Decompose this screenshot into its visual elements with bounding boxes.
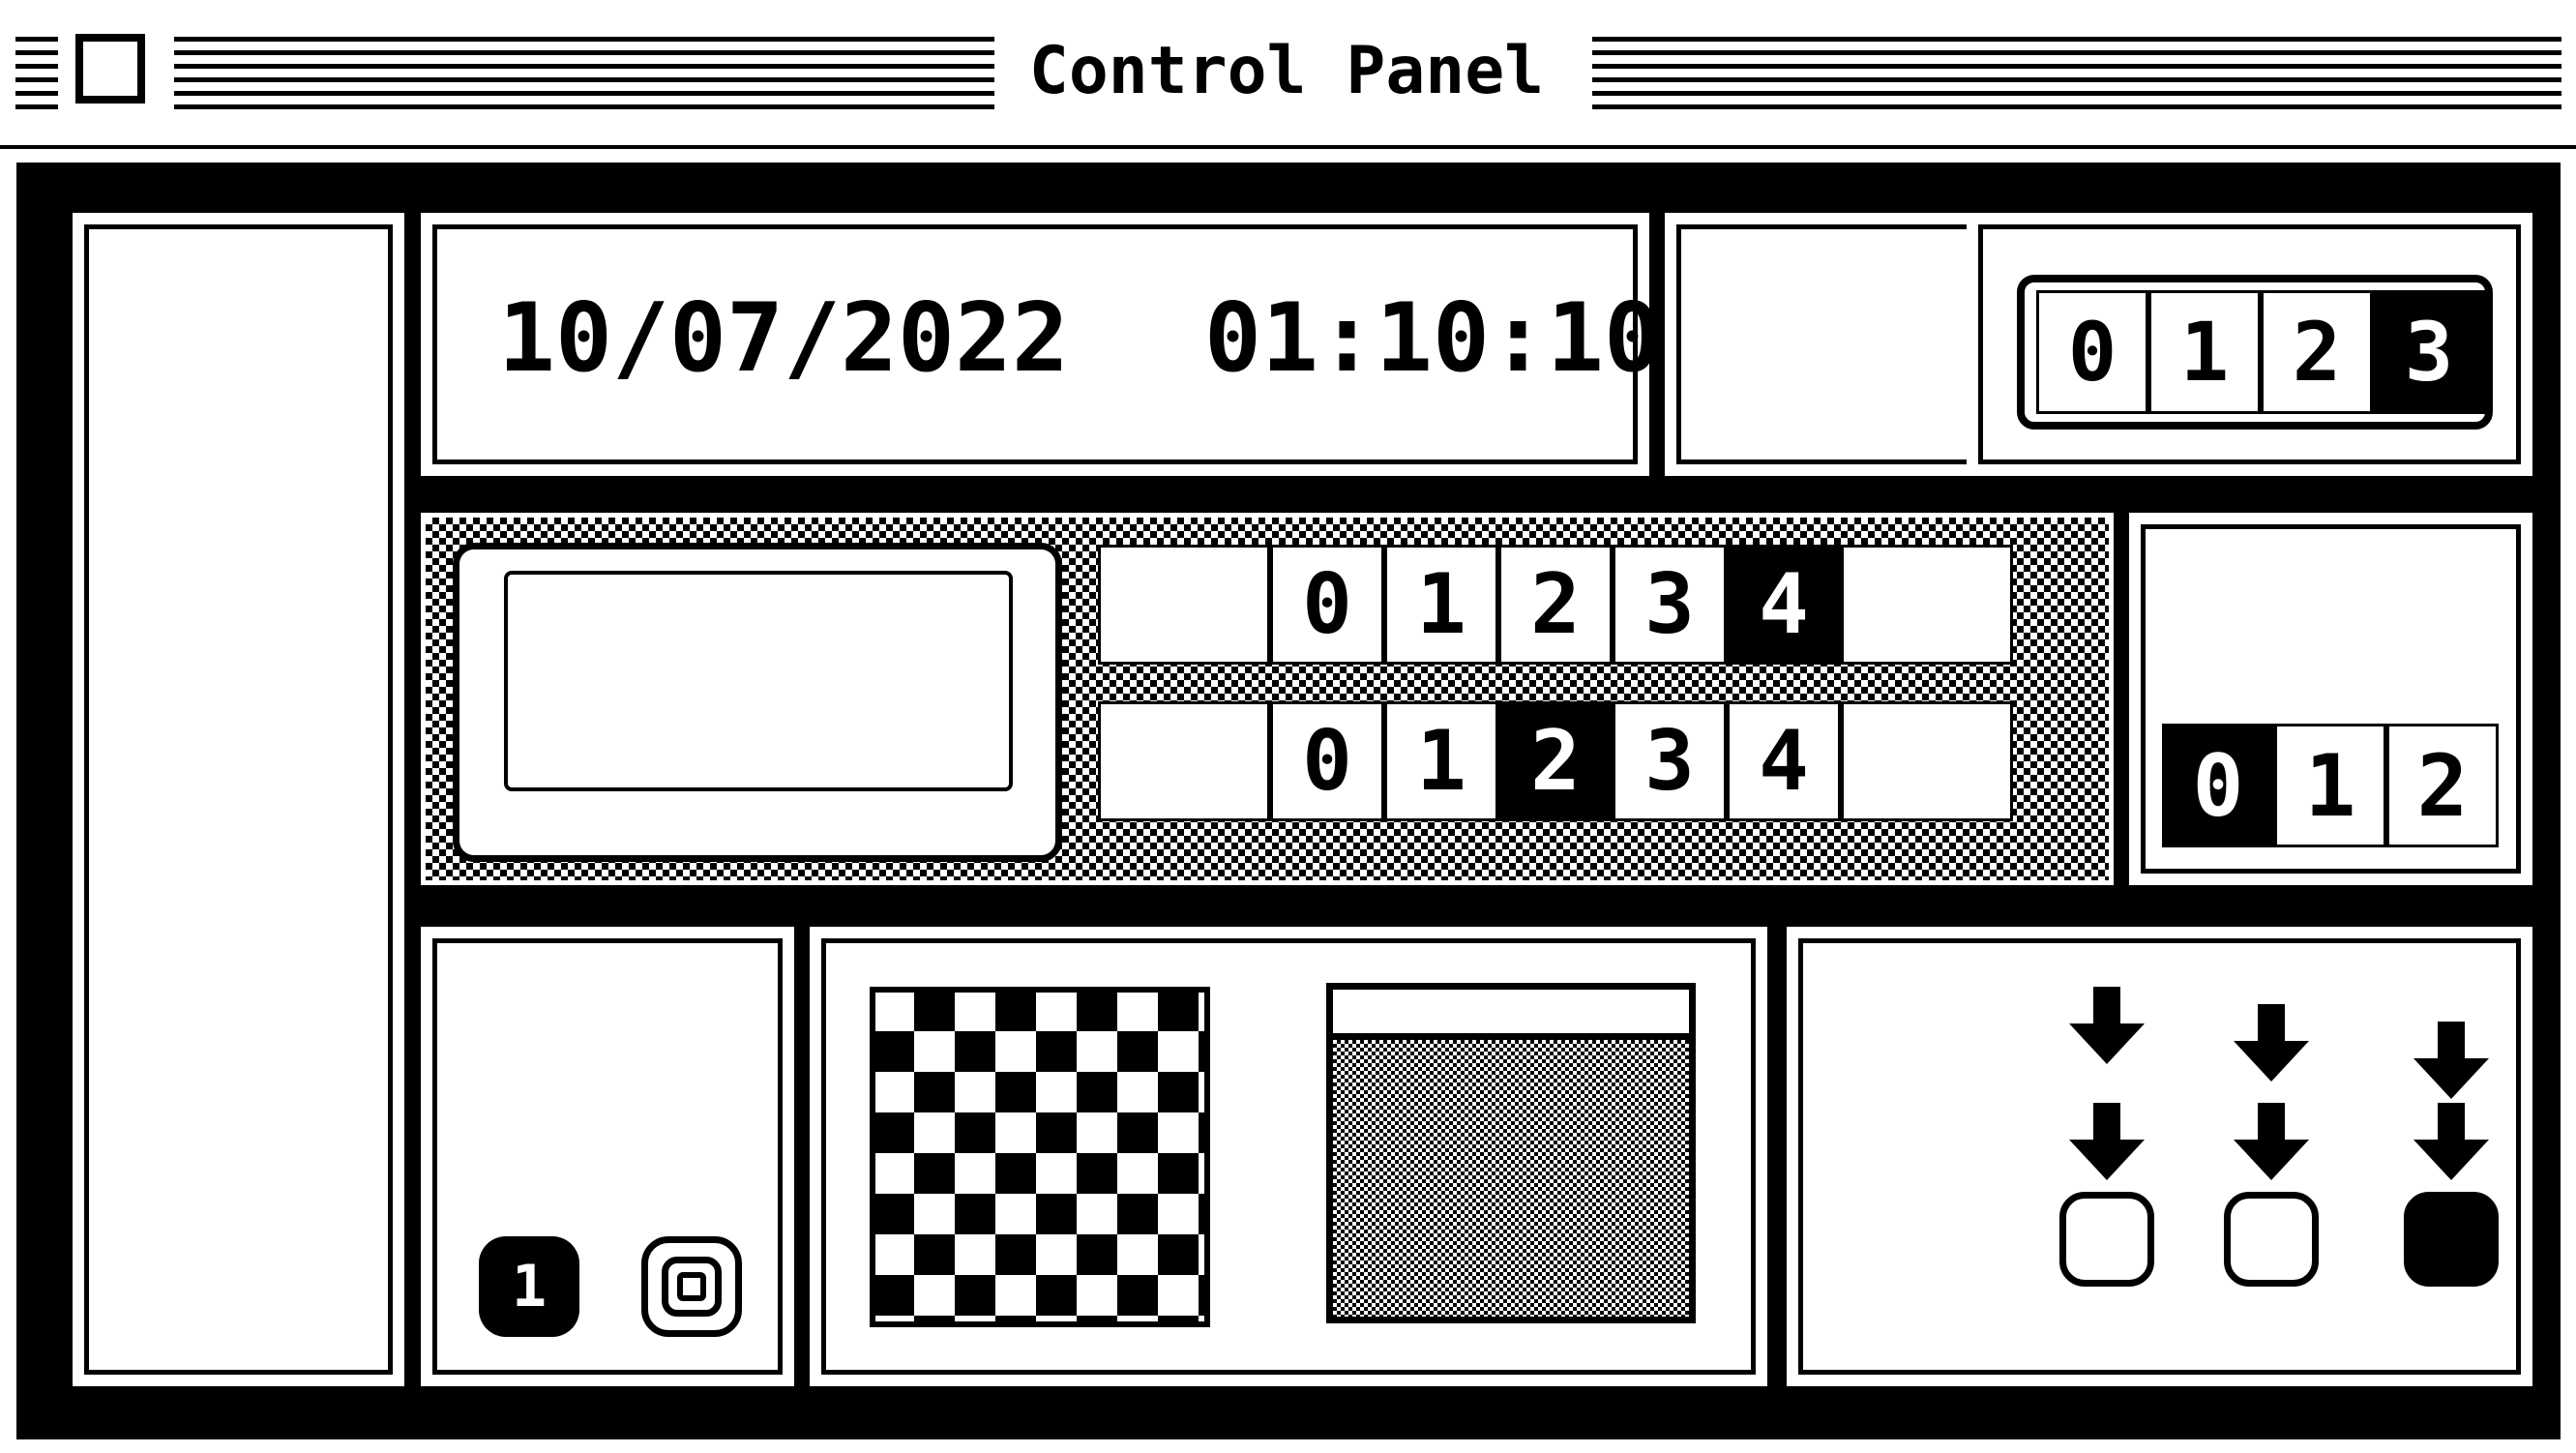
digit-option-2[interactable]: 2 <box>1498 545 1613 665</box>
selector-blank-cell <box>1098 701 1270 821</box>
digit-option-2[interactable]: 2 <box>2386 724 2499 847</box>
left-side-panel <box>73 213 404 1386</box>
top-digit-selector: 0123 <box>2036 290 2485 414</box>
close-box-icon[interactable] <box>75 34 145 104</box>
digit-option-3[interactable]: 3 <box>2373 290 2485 414</box>
checkerboard-pattern-icon[interactable] <box>870 987 1210 1327</box>
display-screen-frame <box>453 543 1062 862</box>
digit-option-1[interactable]: 1 <box>1384 545 1498 665</box>
display-screen[interactable] <box>504 571 1013 791</box>
pattern-preview-titlebar <box>1333 990 1689 1040</box>
digit-option-0[interactable]: 0 <box>2162 724 2274 847</box>
title-bar-stripes-left <box>174 37 994 116</box>
power-off-button[interactable] <box>641 1236 742 1337</box>
digit-option-0[interactable]: 0 <box>1270 701 1384 821</box>
pattern-preview-window[interactable] <box>1326 983 1696 1323</box>
toggle-switch-1[interactable] <box>2059 1192 2154 1287</box>
digit-option-1[interactable]: 1 <box>2148 290 2261 414</box>
window-title: Control Panel <box>996 33 1577 110</box>
down-arrow-icon <box>2413 1022 2489 1099</box>
toggle-switch-3[interactable] <box>2404 1192 2499 1287</box>
datetime-panel: 10/07/2022 01:10:10 <box>421 213 1661 476</box>
row-selector-b: 01234 <box>1098 701 2013 821</box>
side-selector-panel: 012 <box>2129 513 2532 885</box>
digit-option-0[interactable]: 0 <box>1270 545 1384 665</box>
side-digit-selector: 012 <box>2162 724 2499 847</box>
title-bar-divider <box>0 145 2576 149</box>
row-selector-a: 01234 <box>1098 545 2013 665</box>
control-panel-window: 10/07/2022 01:10:10 0123 01234 01234 012… <box>16 163 2561 1439</box>
digit-option-2[interactable]: 2 <box>1498 701 1613 821</box>
title-bar[interactable]: Control Panel <box>0 0 2576 149</box>
power-on-button[interactable]: 1 <box>479 1236 579 1337</box>
title-bar-grip-left <box>15 37 58 116</box>
toggle-panel <box>1787 927 2532 1386</box>
digit-option-1[interactable]: 1 <box>1384 701 1498 821</box>
blank-status-panel <box>1665 213 1984 476</box>
digit-option-2[interactable]: 2 <box>2261 290 2373 414</box>
digit-option-1[interactable]: 1 <box>2274 724 2386 847</box>
digit-option-0[interactable]: 0 <box>2036 290 2148 414</box>
digit-option-3[interactable]: 3 <box>1613 545 1727 665</box>
power-off-core <box>677 1272 706 1301</box>
date-display[interactable]: 10/07/2022 <box>498 290 1069 387</box>
selector-blank-cell <box>1098 545 1270 665</box>
digit-option-4[interactable]: 4 <box>1727 545 1841 665</box>
down-arrow-icon <box>2234 1103 2309 1180</box>
down-arrow-icon <box>2234 1004 2309 1082</box>
down-arrow-icon <box>2069 987 2145 1064</box>
time-display[interactable]: 01:10:10 <box>1204 290 1661 387</box>
dual-selector-panel: 01234 01234 <box>421 513 2114 885</box>
pattern-panel <box>810 927 1767 1386</box>
toggle-switch-2[interactable] <box>2224 1192 2319 1287</box>
selector-blank-cell <box>1841 701 2013 821</box>
power-panel: 1 <box>421 927 794 1386</box>
selector-blank-cell <box>1841 545 2013 665</box>
down-arrow-icon <box>2069 1103 2145 1180</box>
digit-option-3[interactable]: 3 <box>1613 701 1727 821</box>
down-arrow-icon <box>2413 1103 2489 1180</box>
pattern-preview-fill <box>1333 1040 1689 1317</box>
top-selector-panel: 0123 <box>1967 213 2532 476</box>
digit-option-4[interactable]: 4 <box>1727 701 1841 821</box>
title-bar-stripes-right <box>1592 37 2561 116</box>
